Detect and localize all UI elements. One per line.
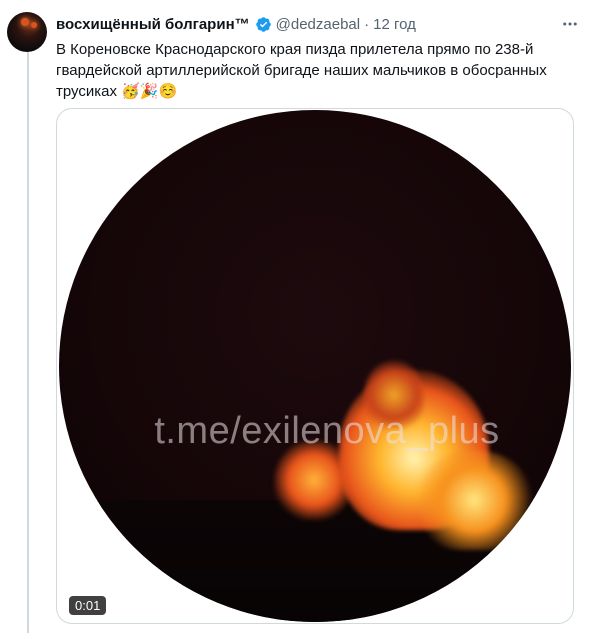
tweet-header: восхищённый болгарин™ @dedzaebal · 12 го… <box>56 14 416 34</box>
ellipsis-icon <box>563 22 577 26</box>
emoji-group: 🥳🎉☺️ <box>121 83 178 100</box>
video-duration-badge: 0:01 <box>69 596 107 615</box>
separator-dot: · <box>364 15 370 33</box>
fire-glow <box>414 450 534 550</box>
timestamp[interactable]: 12 год <box>373 16 416 33</box>
display-name[interactable]: восхищённый болгарин™ <box>56 16 250 33</box>
avatar-spark <box>21 18 29 26</box>
thread-line <box>27 52 29 633</box>
avatar-spark <box>31 22 37 28</box>
video-watermark: t.me/exilenova_plus <box>154 410 500 452</box>
tweet-text: В Кореновске Краснодарского края пизда п… <box>56 39 576 102</box>
avatar[interactable] <box>7 12 47 52</box>
video-frame[interactable]: t.me/exilenova_plus <box>59 110 571 622</box>
verified-badge-icon <box>255 16 271 32</box>
media-container[interactable]: t.me/exilenova_plus 0:01 <box>56 108 574 624</box>
more-options-icon[interactable] <box>560 14 580 34</box>
tweet[interactable]: восхищённый болгарин™ @dedzaebal · 12 го… <box>0 0 598 633</box>
handle[interactable]: @dedzaebal <box>276 16 360 33</box>
